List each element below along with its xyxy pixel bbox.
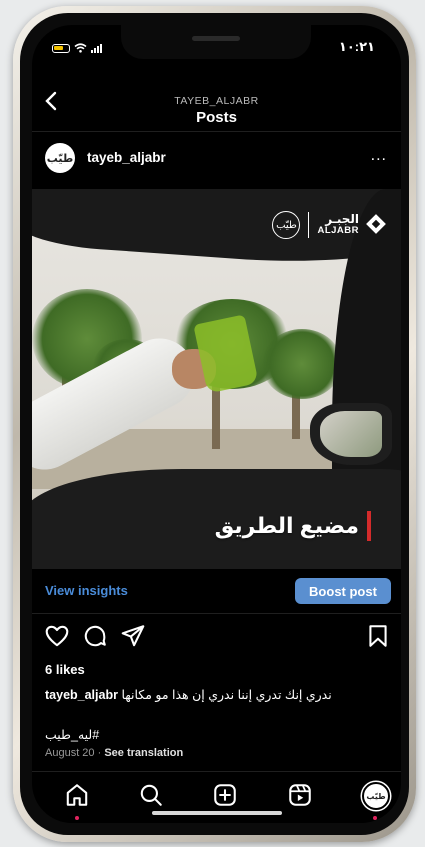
post-hashtag[interactable]: #ليه_طيب [45, 727, 99, 742]
home-notification-dot [75, 816, 79, 820]
speaker [192, 36, 240, 41]
reels-icon[interactable] [287, 782, 313, 808]
status-time: ١٠:٢١ [338, 39, 375, 54]
home-icon[interactable] [64, 782, 90, 808]
avatar-logo-text: طيّب [46, 152, 74, 165]
search-icon[interactable] [138, 782, 164, 808]
post-image[interactable]: طيّب الجبـر ALJABR مضيع الطريق [32, 189, 401, 569]
logo-separator [308, 212, 310, 238]
brand-arabic: الجبـر [325, 212, 359, 226]
meta-separator: · [97, 747, 102, 759]
aljabr-diamond-icon [367, 215, 387, 235]
phone-frame: ١٠:٢١ TAYEB_ALJABR Posts طيّب tayeb_alja… [13, 6, 416, 842]
post-username[interactable]: tayeb_aljabr [87, 150, 166, 165]
post-meta: August 20 · See translation [45, 747, 183, 759]
image-caption-overlay: مضيع الطريق [215, 511, 371, 541]
create-icon[interactable] [212, 782, 238, 808]
see-translation-link[interactable]: See translation [104, 747, 183, 759]
status-icons [52, 43, 102, 54]
signal-icon [91, 44, 102, 53]
notch [121, 25, 311, 59]
heart-icon[interactable] [44, 623, 70, 649]
post-header: طيّب tayeb_aljabr ... [32, 131, 401, 187]
more-options-button[interactable]: ... [371, 147, 387, 165]
boost-post-button[interactable]: Boost post [295, 578, 391, 604]
share-icon[interactable] [120, 623, 146, 649]
palm-tree [262, 329, 342, 399]
bookmark-icon[interactable] [365, 623, 391, 649]
tayeb-logo-icon: طيّب [272, 211, 301, 239]
post-date: August 20 [45, 747, 95, 759]
aljabr-wordmark: الجبـر ALJABR [317, 213, 359, 237]
insights-row: View insights Boost post [32, 569, 401, 611]
caption-text: ندري إنك تدري إننا ندري إن هذا مو مكانها [121, 688, 332, 702]
side-mirror-glass [320, 411, 382, 457]
comment-icon[interactable] [82, 623, 108, 649]
overlay-title: مضيع الطريق [214, 513, 359, 538]
profile-avatar-image: طيّب [362, 782, 390, 810]
profile-notification-dot [373, 816, 377, 820]
likes-count[interactable]: 6 likes [45, 662, 85, 677]
page-title: Posts [196, 109, 237, 126]
post-caption: tayeb_aljabr ندري إنك تدري إننا ندري إن … [45, 687, 391, 702]
post-actions [32, 623, 401, 653]
brand-english: ALJABR [317, 225, 359, 236]
caption-username[interactable]: tayeb_aljabr [45, 688, 118, 702]
wifi-icon [74, 43, 87, 54]
profile-avatar[interactable]: طيّب [362, 782, 390, 810]
posts-header: TAYEB_ALJABR Posts [32, 71, 401, 129]
insights-divider [32, 613, 401, 614]
phone-screen: ١٠:٢١ TAYEB_ALJABR Posts طيّب tayeb_alja… [32, 25, 401, 823]
overlay-accent-bar [367, 511, 371, 541]
view-insights-link[interactable]: View insights [45, 583, 128, 598]
bottom-nav: طيّب [32, 771, 401, 823]
brand-logo: طيّب الجبـر ALJABR [272, 211, 387, 239]
header-subtitle: TAYEB_ALJABR [174, 95, 259, 107]
post-avatar[interactable]: طيّب [45, 143, 75, 173]
battery-icon [52, 44, 70, 53]
home-indicator[interactable] [152, 811, 282, 815]
